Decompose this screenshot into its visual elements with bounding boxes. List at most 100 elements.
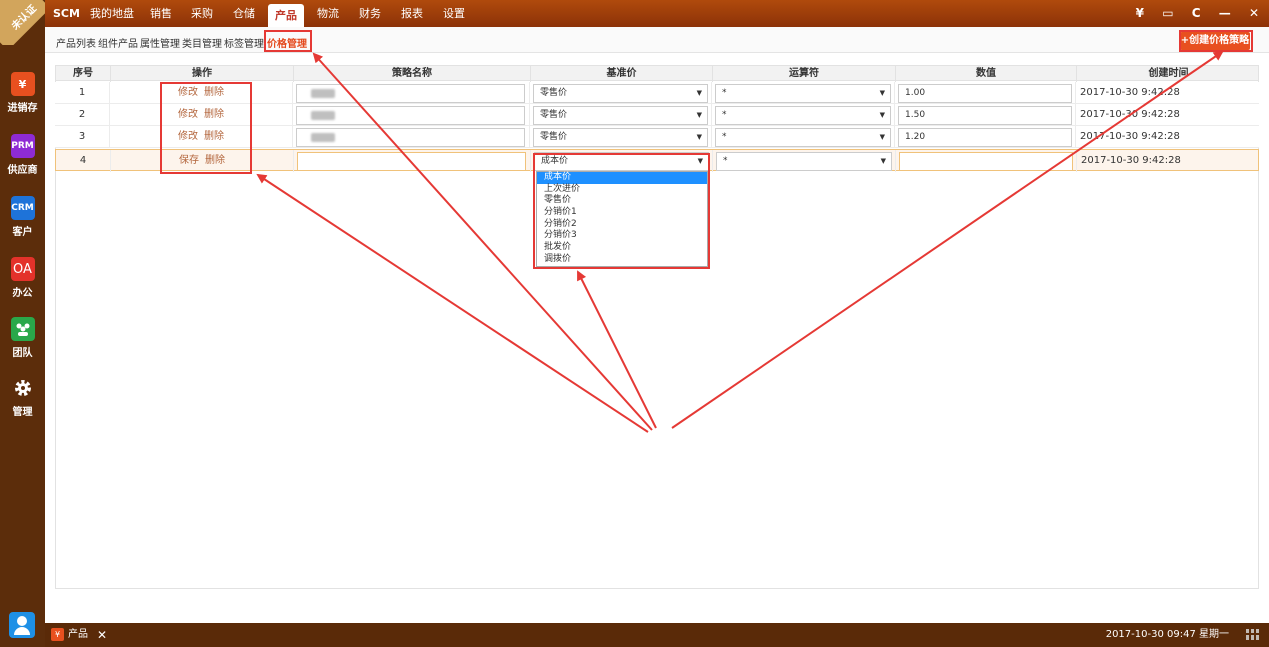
strategy-name-cell [293,104,530,126]
refresh-icon[interactable]: C [1192,6,1201,20]
annotation-box-dropdown [533,153,710,269]
created-time: 2017-10-30 9:42:28 [1080,131,1180,142]
value-cell [896,150,1077,172]
strategy-name-input[interactable] [296,84,525,103]
sidebar-item-label: 团队 [12,348,33,359]
sub-nav: 产品列表 组件产品 属性管理 类目管理 标签管理 价格管理 [45,27,1269,53]
minimize-icon[interactable]: — [1219,6,1231,20]
sidebar-item-team[interactable]: 团队 [0,317,45,359]
sidebar-item-customer[interactable]: CRM 客户 [0,196,45,238]
strategy-name-cell [293,82,530,104]
row-no: 3 [55,126,110,148]
created-time: 2017-10-30 9:42:28 [1080,109,1180,120]
team-icon [10,317,35,341]
tab-finance[interactable]: 财务 [357,0,383,27]
strategy-name-cell [294,150,531,172]
header-operator: 运算符 [713,66,896,82]
tab-settings[interactable]: 设置 [441,0,467,27]
base-price-cell: 零售价 [530,126,712,148]
close-icon[interactable]: ✕ [1249,6,1259,20]
top-nav: SCM 我的地盘 销售 采购 仓储 产品 物流 财务 报表 设置 ¥ ▭ C —… [45,0,1269,27]
open-tab-label: 产品 [68,629,88,640]
value-cell: 1.00 [895,82,1076,104]
strategy-name-input[interactable] [297,152,526,171]
header-strategy-name: 策略名称 [294,66,531,82]
strategy-name-cell [293,126,530,148]
base-price-cell: 零售价 [530,104,712,126]
sidebar-item-label: 客户 [12,227,33,238]
annotation-box-actions [160,82,252,174]
yen-icon: ¥ [51,627,64,641]
header-created-time: 创建时间 [1148,68,1189,79]
subtab-tag-manage[interactable]: 标签管理 [224,35,264,50]
value-input[interactable]: 1.20 [898,128,1072,147]
user-icon[interactable] [9,612,35,638]
header-no: 序号 [56,66,111,82]
strategy-name-input[interactable] [296,128,525,147]
header-action: 操作 [111,66,294,82]
value-cell: 1.50 [895,104,1076,126]
created-time: 2017-10-30 9:42:28 [1080,87,1180,98]
operator-select[interactable]: * [715,106,891,125]
annotation-box-price-tab [264,30,312,52]
operator-cell: * [713,150,896,172]
tab-logistics[interactable]: 物流 [315,0,341,27]
header-base-price: 基准价 [531,66,713,82]
base-price-select[interactable]: 零售价 [533,128,708,147]
header-value: 数值 [896,66,1077,82]
open-tab-product[interactable]: ¥ 产品 [51,626,88,644]
base-price-select[interactable]: 零售价 [533,106,708,125]
prm-icon: PRM [10,134,35,158]
row-no: 4 [56,150,111,172]
top-icons: ¥ ▭ C — ✕ [1122,0,1259,27]
operator-cell: * [712,82,895,104]
subtab-component-product[interactable]: 组件产品 [98,35,138,50]
annotation-box-create-button [1179,30,1253,52]
subtab-category-manage[interactable]: 类目管理 [182,35,222,50]
subtab-attribute-manage[interactable]: 属性管理 [140,35,180,50]
value-input[interactable]: 1.00 [898,84,1072,103]
datetime-display: 2017-10-30 09:47 星期一 [1105,629,1229,640]
bottom-taskbar: ¥ 产品 ✕ 2017-10-30 09:47 星期一 [45,623,1269,647]
yen-icon[interactable]: ¥ [1136,6,1144,20]
tab-my-space[interactable]: 我的地盘 [89,0,135,27]
unverified-badge: 未认证 [0,0,45,45]
sidebar-item-office[interactable]: OA 办公 [0,257,45,299]
grid-icon[interactable] [1246,629,1259,640]
operator-cell: * [712,104,895,126]
subtab-product-list[interactable]: 产品列表 [56,35,96,50]
value-input[interactable]: 1.50 [898,106,1072,125]
tab-sales[interactable]: 销售 [148,0,174,27]
tab-product[interactable]: 产品 [268,4,304,27]
value-input[interactable] [899,152,1073,171]
tab-warehouse[interactable]: 仓储 [231,0,257,27]
sidebar-item-supplier[interactable]: PRM 供应商 [0,134,45,176]
tab-purchase[interactable]: 采购 [189,0,215,27]
operator-cell: * [712,126,895,148]
yen-icon: ¥ [10,72,35,96]
tab-report[interactable]: 报表 [399,0,425,27]
tab-scm[interactable]: SCM [53,0,80,27]
created-time: 2017-10-30 9:42:28 [1081,155,1181,166]
operator-select[interactable]: * [715,84,891,103]
sidebar-item-label: 供应商 [7,165,38,176]
value-cell: 1.20 [895,126,1076,148]
chat-icon[interactable]: ▭ [1162,6,1173,20]
sidebar-item-label: 进销存 [7,103,38,114]
gear-icon [11,376,35,400]
crm-icon: CRM [10,196,35,220]
strategy-name-input[interactable] [296,106,525,125]
sidebar-item-manage[interactable]: 管理 [0,376,45,418]
sidebar-item-jxc[interactable]: ¥ 进销存 [0,72,45,114]
close-tab-icon[interactable]: ✕ [97,626,107,644]
sidebar-item-label: 管理 [12,407,33,418]
base-price-cell: 零售价 [530,82,712,104]
oa-icon: OA [10,257,35,281]
row-no: 2 [55,104,110,126]
operator-select[interactable]: * [715,128,891,147]
base-price-select[interactable]: 零售价 [533,84,708,103]
row-no: 1 [55,82,110,104]
sidebar-item-label: 办公 [12,288,33,299]
operator-select[interactable]: * [716,152,892,171]
table-header: 序号 操作 策略名称 基准价 运算符 数值 创建时间 [55,65,1259,82]
